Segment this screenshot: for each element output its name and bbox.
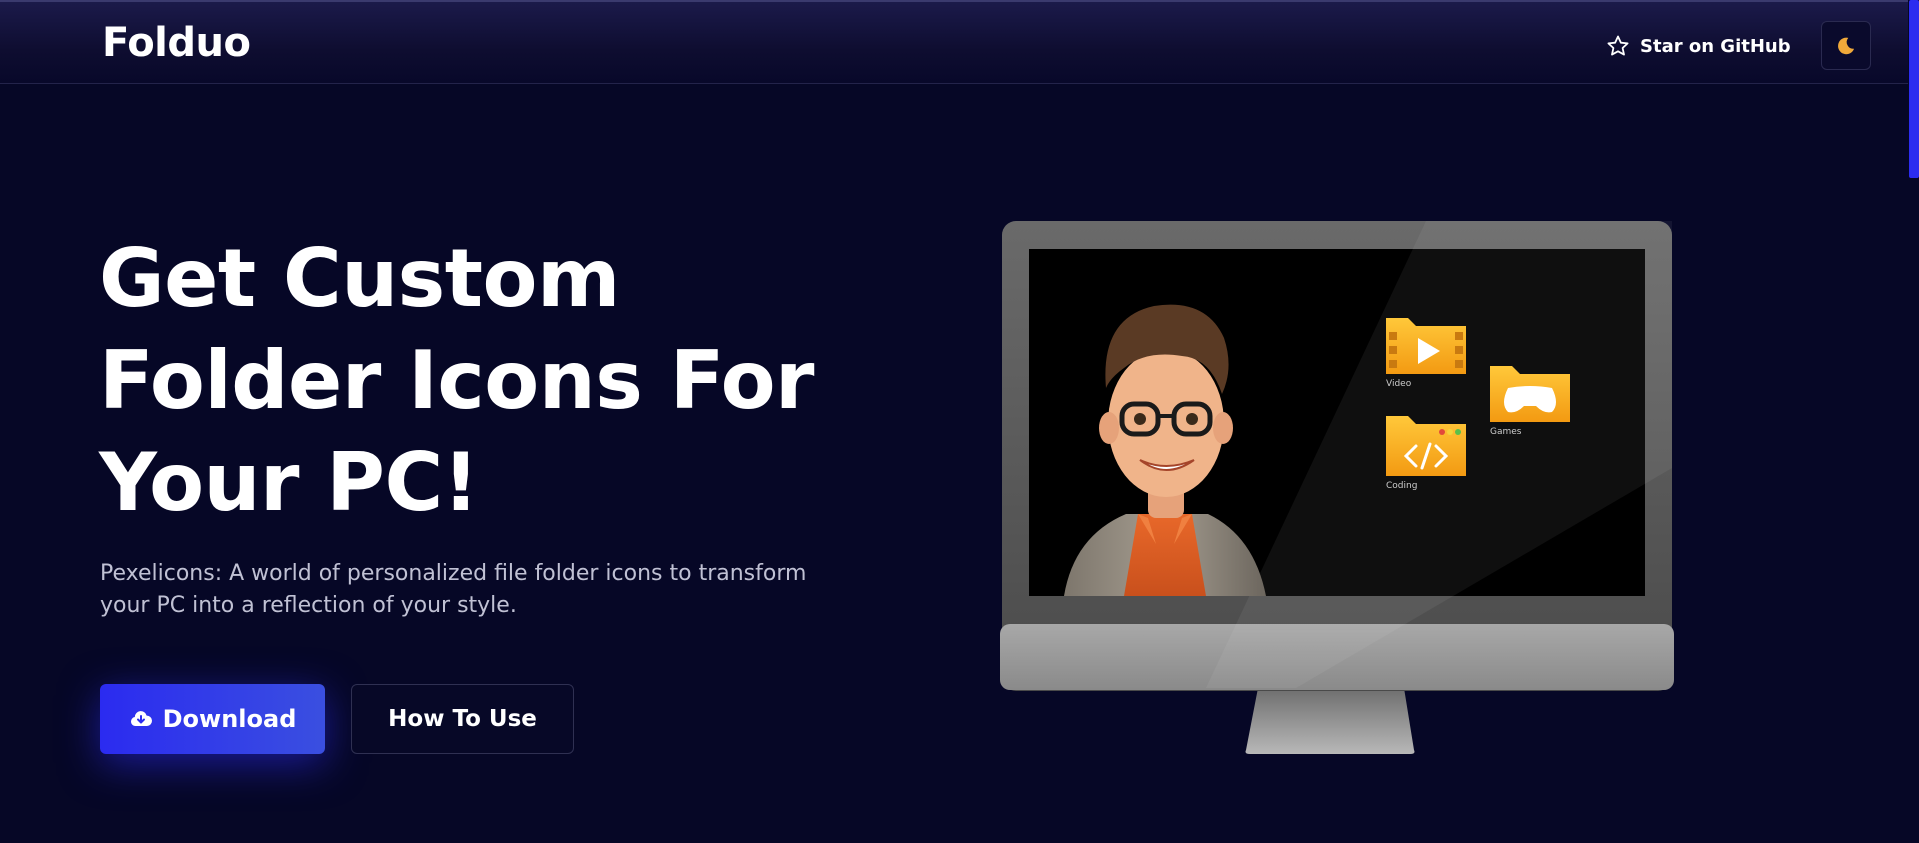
download-label: Download <box>162 705 297 733</box>
how-to-use-label: How To Use <box>388 706 537 732</box>
folder-coding-label: Coding <box>1386 481 1417 491</box>
hero-subtitle-line: Pexelicons: A world of personalized file… <box>100 561 807 586</box>
hero-title-line: Folder Icons For <box>99 334 815 427</box>
hero-subtitle-line: your PC into a reflection of your style. <box>100 593 517 618</box>
cloud-download-icon <box>130 711 152 727</box>
monitor-illustration: Video Games Coding <box>1000 221 1674 754</box>
folder-video-label: Video <box>1386 379 1412 389</box>
star-on-github-link[interactable]: Star on GitHub <box>1606 32 1791 60</box>
scrollbar-thumb[interactable] <box>1909 0 1919 178</box>
brand-logo[interactable]: Folduo <box>102 20 251 66</box>
folder-video-icon <box>1386 318 1466 374</box>
star-icon <box>1607 35 1629 56</box>
theme-toggle-button[interactable] <box>1821 21 1871 70</box>
folder-games-icon <box>1490 366 1570 422</box>
monitor-stand <box>1245 688 1415 754</box>
hero-title-line: Get Custom <box>99 232 620 325</box>
hero-title-line: Your PC! <box>99 436 479 529</box>
hero-subtitle: Pexelicons: A world of personalized file… <box>100 558 840 622</box>
folder-coding-icon <box>1386 416 1466 476</box>
folder-games-label: Games <box>1490 427 1522 437</box>
github-label: Star on GitHub <box>1640 35 1791 57</box>
hero-title: Get Custom Folder Icons For Your PC! <box>99 228 819 534</box>
moon-icon <box>1838 37 1855 54</box>
navbar: Folduo Star on GitHub <box>0 0 1908 84</box>
how-to-use-button[interactable]: How To Use <box>351 684 574 754</box>
download-button[interactable]: Download <box>100 684 325 754</box>
